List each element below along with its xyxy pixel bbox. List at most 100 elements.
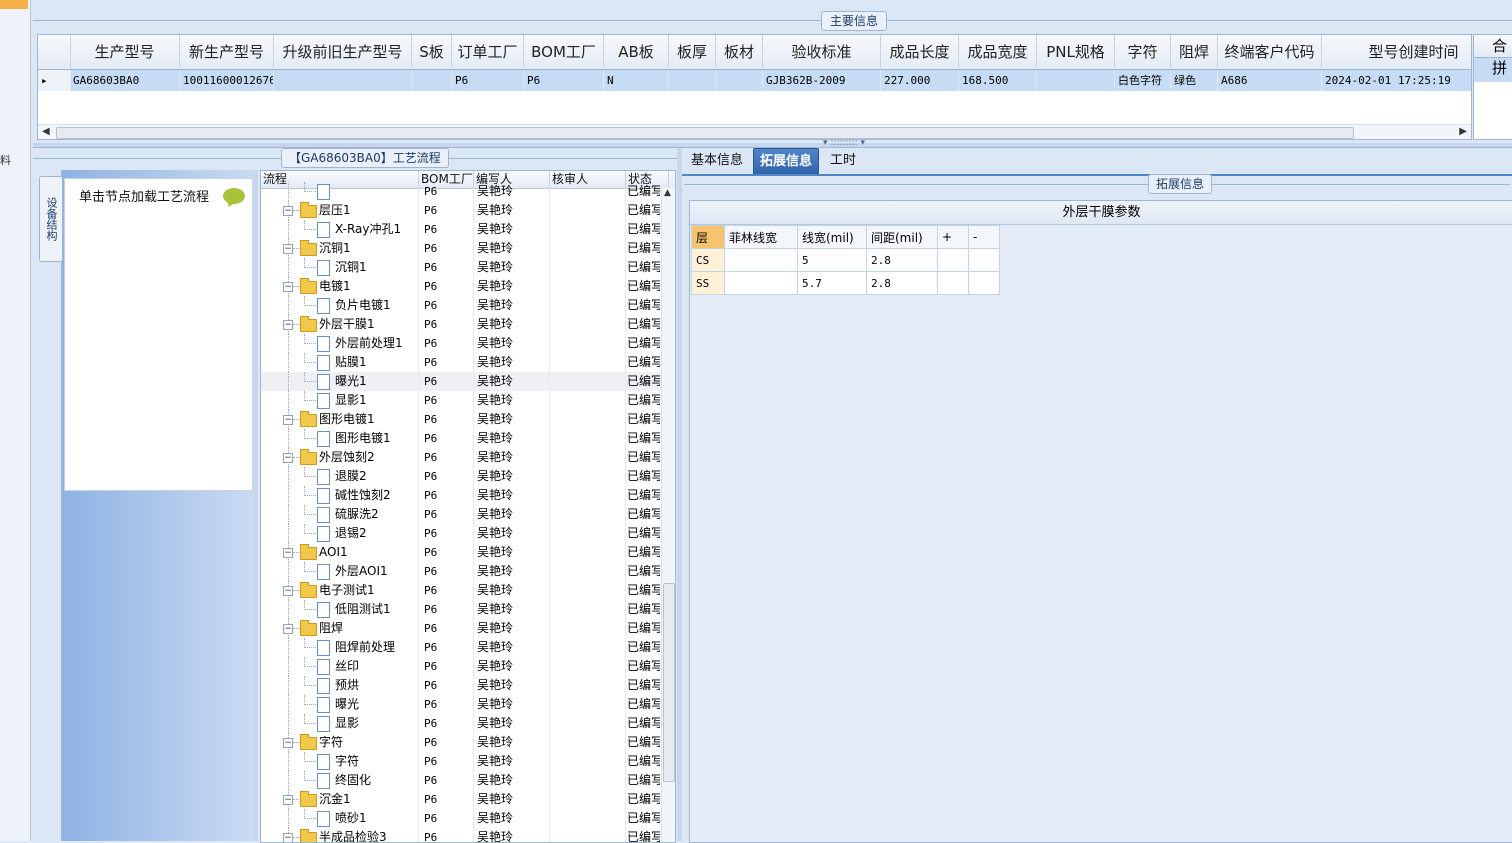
collapse-icon[interactable]: − bbox=[283, 624, 293, 634]
main-info-grid[interactable]: 生产型号 新生产型号 升级前旧生产型号 S板 订单工厂 BOM工厂 AB板 板厚 板材 验收标准成… bbox=[37, 34, 1472, 140]
tree-row[interactable]: − 沉铜1 P6 吴艳玲 已编写 bbox=[261, 239, 661, 258]
vertical-scrollbar[interactable]: ▲ bbox=[661, 188, 675, 842]
column-header[interactable]: PNL规格 bbox=[1037, 35, 1115, 69]
grid-cell[interactable] bbox=[274, 70, 412, 91]
table-cell[interactable]: 2.8 bbox=[866, 248, 938, 272]
side-tab-equipment[interactable]: 设备结构 bbox=[39, 176, 63, 262]
vertical-splitter[interactable] bbox=[254, 170, 258, 841]
column-header[interactable]: 订单工厂 bbox=[452, 35, 524, 69]
table-cell[interactable]: 5 bbox=[797, 248, 867, 272]
tab-2[interactable]: 工时 bbox=[824, 148, 862, 174]
scroll-left-icon[interactable]: ◀ bbox=[42, 125, 50, 139]
grid-cell[interactable]: A686 bbox=[1218, 70, 1322, 91]
table-cell[interactable]: SS bbox=[691, 271, 725, 295]
column-header[interactable]: BOM工厂 bbox=[524, 35, 604, 69]
tree-row[interactable]: 曝光1 P6 吴艳玲 已编写 bbox=[261, 372, 661, 391]
table-cell[interactable] bbox=[724, 248, 798, 272]
tree-row[interactable]: 显影1 P6 吴艳玲 已编写 bbox=[261, 391, 661, 410]
tree-row[interactable]: 显影 P6 吴艳玲 已编写 bbox=[261, 714, 661, 733]
tree-row[interactable]: 曝光 P6 吴艳玲 已编写 bbox=[261, 695, 661, 714]
column-header[interactable]: S板 bbox=[412, 35, 452, 69]
grid-cell[interactable] bbox=[669, 70, 716, 91]
collapse-icon[interactable]: − bbox=[283, 244, 293, 254]
column-header[interactable]: 新生产型号 bbox=[180, 35, 274, 69]
column-header[interactable]: 终端客户代码 bbox=[1218, 35, 1322, 69]
grid-cell[interactable]: P6 bbox=[452, 70, 524, 91]
tree-row[interactable]: − 层压1 P6 吴艳玲 已编写 bbox=[261, 201, 661, 220]
table-row[interactable]: CS 5 2.8 bbox=[691, 248, 1000, 272]
table-cell[interactable] bbox=[968, 271, 1000, 295]
collapse-icon[interactable]: − bbox=[283, 320, 293, 330]
scroll-thumb[interactable] bbox=[663, 583, 675, 782]
table-cell[interactable]: CS bbox=[691, 248, 725, 272]
table-cell[interactable]: 2.8 bbox=[866, 271, 938, 295]
tree-row[interactable]: 终固化 P6 吴艳玲 已编写 bbox=[261, 771, 661, 790]
splitter-grip-icon[interactable]: ▾ ::::::::: ▾ bbox=[823, 138, 865, 148]
grid-cell[interactable]: 227.000 bbox=[881, 70, 959, 91]
tree-row[interactable]: 负片电镀1 P6 吴艳玲 已编写 bbox=[261, 296, 661, 315]
tree-row[interactable]: X-Ray冲孔1 P6 吴艳玲 已编写 bbox=[261, 220, 661, 239]
tree-row[interactable]: 碱性蚀刻2 P6 吴艳玲 已编写 bbox=[261, 486, 661, 505]
scroll-up-icon[interactable]: ▲ bbox=[664, 188, 671, 198]
dry-film-table[interactable]: 层菲林线宽 线宽(mil) 间距(mil) + - CS 5 2.8 SS 5.7 2.8 bbox=[691, 225, 1000, 295]
table-cell[interactable] bbox=[724, 271, 798, 295]
process-tree[interactable]: 流程 BOM工厂 编写人 核审人 状态 P6 吴艳玲 已编写 − 层压1 P6 吴艳玲 已编写 X-Ra… bbox=[260, 170, 676, 843]
extra-column-header[interactable]: 合拼 bbox=[1474, 35, 1512, 77]
column-header[interactable]: 字符 bbox=[1115, 35, 1171, 69]
tree-row[interactable]: 图形电镀1 P6 吴艳玲 已编写 bbox=[261, 429, 661, 448]
tree-row[interactable]: 贴膜1 P6 吴艳玲 已编写 bbox=[261, 353, 661, 372]
tree-row[interactable]: − AOI1 P6 吴艳玲 已编写 bbox=[261, 543, 661, 562]
tree-row[interactable]: 预烘 P6 吴艳玲 已编写 bbox=[261, 676, 661, 695]
tree-row[interactable]: − 图形电镀1 P6 吴艳玲 已编写 bbox=[261, 410, 661, 429]
tab-0[interactable]: 基本信息 bbox=[685, 148, 749, 174]
scroll-thumb[interactable] bbox=[56, 127, 1354, 139]
tree-row[interactable]: − 字符 P6 吴艳玲 已编写 bbox=[261, 733, 661, 752]
tree-row[interactable]: 低阻测试1 P6 吴艳玲 已编写 bbox=[261, 600, 661, 619]
tree-row[interactable]: − 外层干膜1 P6 吴艳玲 已编写 bbox=[261, 315, 661, 334]
table-cell[interactable]: 5.7 bbox=[797, 271, 867, 295]
tree-row[interactable]: 硫脲洗2 P6 吴艳玲 已编写 bbox=[261, 505, 661, 524]
tree-row[interactable]: 阻焊前处理 P6 吴艳玲 已编写 bbox=[261, 638, 661, 657]
grid-row[interactable]: ▸ GA68603BA0 10011600012676 P6 P6 N GJB362B-20… bbox=[38, 70, 1471, 91]
column-header[interactable]: 验收标准 bbox=[763, 35, 881, 69]
grid-cell[interactable]: N bbox=[604, 70, 669, 91]
collapse-icon[interactable]: − bbox=[283, 586, 293, 596]
tree-row[interactable]: − 电子测试1 P6 吴艳玲 已编写 bbox=[261, 581, 661, 600]
column-header[interactable]: 板材 bbox=[716, 35, 763, 69]
collapse-icon[interactable]: − bbox=[283, 453, 293, 463]
tree-row[interactable]: 字符 P6 吴艳玲 已编写 bbox=[261, 752, 661, 771]
column-header[interactable]: 阻焊 bbox=[1171, 35, 1218, 69]
grid-cell[interactable]: 白色字符 bbox=[1115, 70, 1171, 91]
tree-row[interactable]: 外层前处理1 P6 吴艳玲 已编写 bbox=[261, 334, 661, 353]
column-header[interactable]: 生产型号 bbox=[70, 35, 180, 69]
active-nav-marker[interactable] bbox=[0, 0, 28, 9]
collapse-icon[interactable]: − bbox=[283, 548, 293, 558]
column-header[interactable]: AB板 bbox=[604, 35, 669, 69]
tree-row[interactable]: P6 吴艳玲 已编写 bbox=[261, 182, 661, 201]
table-cell[interactable] bbox=[937, 248, 969, 272]
collapse-icon[interactable]: − bbox=[283, 206, 293, 216]
table-row[interactable]: SS 5.7 2.8 bbox=[691, 271, 1000, 295]
scroll-right-icon[interactable]: ▶ bbox=[1459, 125, 1467, 139]
tab-1[interactable]: 拓展信息 bbox=[753, 148, 820, 175]
tree-row[interactable]: 喷砂1 P6 吴艳玲 已编写 bbox=[261, 809, 661, 828]
grid-cell[interactable]: GA68603BA0 bbox=[70, 70, 180, 91]
grid-cell[interactable]: 绿色 bbox=[1171, 70, 1218, 91]
tree-row[interactable]: − 外层蚀刻2 P6 吴艳玲 已编写 bbox=[261, 448, 661, 467]
column-header[interactable]: 升级前旧生产型号 bbox=[274, 35, 412, 69]
collapse-icon[interactable]: − bbox=[283, 738, 293, 748]
grid-cell[interactable] bbox=[1037, 70, 1115, 91]
grid-cell[interactable]: GJB362B-2009 bbox=[763, 70, 881, 91]
tree-row[interactable]: 丝印 P6 吴艳玲 已编写 bbox=[261, 657, 661, 676]
row-indicator-icon[interactable]: ▸ bbox=[38, 70, 71, 91]
collapse-icon[interactable]: − bbox=[283, 415, 293, 425]
add-column-button[interactable]: + bbox=[937, 225, 969, 249]
grid-cell[interactable]: P6 bbox=[524, 70, 604, 91]
column-header[interactable]: 成品长度 bbox=[881, 35, 959, 69]
column-header[interactable]: 型号创建时间 bbox=[1322, 35, 1471, 69]
tree-row[interactable]: 外层AOI1 P6 吴艳玲 已编写 bbox=[261, 562, 661, 581]
column-header[interactable]: 成品宽度 bbox=[959, 35, 1037, 69]
collapse-icon[interactable]: − bbox=[283, 833, 293, 842]
collapse-icon[interactable]: − bbox=[283, 795, 293, 805]
tree-row[interactable]: 沉铜1 P6 吴艳玲 已编写 bbox=[261, 258, 661, 277]
